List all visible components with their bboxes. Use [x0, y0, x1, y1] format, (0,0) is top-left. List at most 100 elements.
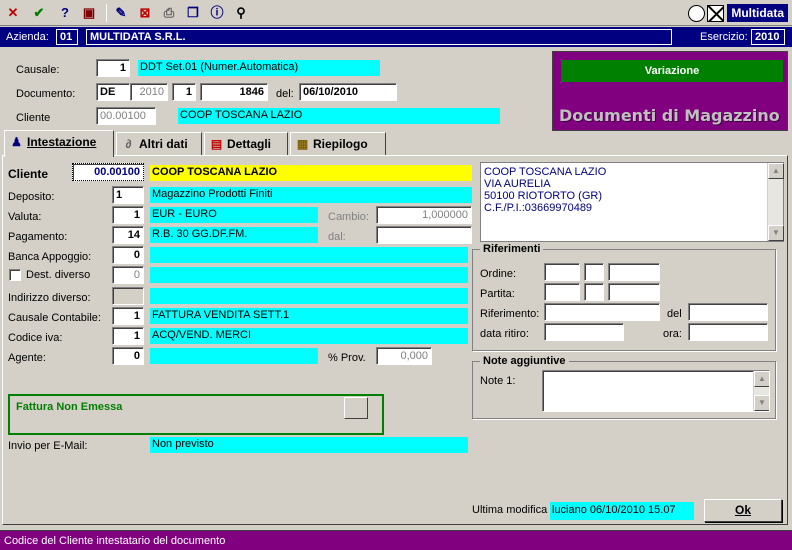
ok-button[interactable]: Ok [704, 499, 782, 522]
header-cliente-label: Cliente [16, 112, 51, 124]
ultima-modifica-label: Ultima modifica [472, 504, 548, 516]
address-line: C.F./P.I.:03669970489 [484, 202, 593, 214]
copy-icon[interactable]: ❐ [184, 4, 202, 22]
address-line: VIA AURELIA [484, 178, 551, 190]
valuta-description: EUR - EURO [150, 207, 318, 223]
note1-textarea[interactable]: ▲ ▼ [542, 370, 770, 412]
note-scroll-up-icon[interactable]: ▲ [754, 371, 769, 387]
banca-code-input[interactable]: 0 [112, 246, 144, 264]
fattura-button[interactable] [344, 397, 368, 419]
azienda-bar: Azienda: 01 MULTIDATA S.R.L. Esercizio: … [0, 27, 792, 47]
scroll-down-icon[interactable]: ▼ [768, 225, 784, 241]
causale-contabile-input[interactable]: 1 [112, 307, 144, 325]
prov-input[interactable]: 0,000 [376, 347, 432, 365]
indirizzo-code-input[interactable] [112, 287, 144, 305]
scroll-up-icon[interactable]: ▲ [768, 163, 784, 179]
cambio-input[interactable]: 1,000000 [376, 206, 472, 224]
ordine-type-input[interactable] [544, 263, 580, 281]
dal-label: dal: [328, 231, 346, 243]
delete-icon[interactable]: ⊠ [136, 4, 154, 22]
note-scrollbar[interactable]: ▲ ▼ [753, 371, 769, 411]
ordine-series-input[interactable] [584, 263, 604, 281]
riferimento-input[interactable] [544, 303, 660, 321]
book-icon[interactable]: ▣ [80, 4, 98, 22]
causale-description: DDT Set.01 (Numer.Automatica) [138, 60, 380, 76]
ordine-number-input[interactable] [608, 263, 660, 281]
cambio-label: Cambio: [328, 211, 369, 223]
person-icon: ♟ [11, 135, 22, 149]
causale-contabile-label: Causale Contabile: [8, 312, 101, 324]
banca-label: Banca Appoggio: [8, 251, 92, 263]
riferimento-date-input[interactable] [688, 303, 768, 321]
riferimento-del-label: del [667, 308, 682, 320]
dal-input[interactable] [376, 226, 472, 244]
tab-riepilogo[interactable]: ▦ Riepilogo [290, 132, 386, 156]
deposito-description: Magazzino Prodotti Finiti [150, 187, 472, 203]
header-cliente-code[interactable]: 00.00100 [96, 107, 156, 125]
causale-label: Causale: [16, 64, 60, 76]
doc-number-input[interactable]: 1846 [200, 83, 268, 101]
close-icon[interactable]: ✕ [4, 4, 22, 22]
doc-year-input[interactable]: 2010 [130, 83, 168, 101]
valuta-code-input[interactable]: 1 [112, 206, 144, 224]
causale-code-input[interactable]: 1 [96, 59, 130, 77]
search-icon[interactable]: ⚲ [232, 4, 250, 22]
list-icon: ▤ [210, 137, 223, 151]
email-value: Non previsto [150, 437, 468, 453]
prov-label: % Prov. [328, 352, 366, 364]
panel-title: Documenti di Magazzino [559, 106, 780, 125]
brand-logo: Multidata [688, 3, 788, 23]
azienda-name: MULTIDATA S.R.L. [86, 29, 672, 45]
print-icon[interactable]: ⎙ [160, 4, 178, 22]
help-icon[interactable]: ? [56, 4, 74, 22]
azienda-label: Azienda: [6, 31, 49, 43]
doc-type-input[interactable]: DE [96, 83, 130, 101]
tab-altri-dati[interactable]: ∂ Altri dati [116, 132, 202, 156]
note-title: Note aggiuntive [480, 355, 569, 367]
doc-date-input[interactable]: 06/10/2010 [299, 83, 397, 101]
esercizio-label: Esercizio: [700, 31, 748, 43]
codice-iva-label: Codice iva: [8, 332, 63, 344]
cliente-code-input[interactable]: 00.00100 [72, 163, 144, 181]
indirizzo-label: Indirizzo diverso: [8, 292, 91, 304]
agente-code-input[interactable]: 0 [112, 347, 144, 365]
banca-description [150, 247, 468, 263]
riferimento-label: Riferimento: [480, 308, 540, 320]
logo-circle-icon [688, 4, 706, 22]
documento-label: Documento: [16, 88, 76, 100]
esercizio-value: 2010 [751, 29, 785, 45]
note-scroll-down-icon[interactable]: ▼ [754, 395, 769, 411]
pagamento-label: Pagamento: [8, 231, 68, 243]
partita-label: Partita: [480, 288, 515, 300]
tab-intestazione[interactable]: ♟ Intestazione [4, 130, 114, 157]
pagamento-code-input[interactable]: 14 [112, 226, 144, 244]
data-ritiro-label: data ritiro: [480, 328, 529, 340]
deposito-code-input[interactable]: 1 [112, 186, 144, 204]
dest-diverso-checkbox[interactable] [9, 269, 21, 281]
dest-description [150, 267, 468, 283]
edit-icon[interactable]: ✎ [112, 4, 130, 22]
partita-type-input[interactable] [544, 283, 580, 301]
codice-iva-input[interactable]: 1 [112, 327, 144, 345]
fattura-status-label: Fattura Non Emessa [16, 401, 123, 413]
dest-code-input[interactable]: 0 [112, 266, 144, 284]
partita-series-input[interactable] [584, 283, 604, 301]
note1-label: Note 1: [480, 375, 516, 387]
data-ritiro-input[interactable] [544, 323, 624, 341]
partita-number-input[interactable] [608, 283, 660, 301]
doc-series-input[interactable]: 1 [172, 83, 196, 101]
ora-input[interactable] [688, 323, 768, 341]
address-scrollbar[interactable]: ▲ ▼ [767, 163, 784, 241]
email-label: Invio per E-Mail: [8, 440, 88, 452]
brand-name: Multidata [727, 4, 788, 22]
address-line: 50100 RIOTORTO (GR) [484, 190, 602, 202]
tab-dettagli[interactable]: ▤ Dettagli [204, 132, 288, 156]
info-icon[interactable]: ⓘ [208, 4, 226, 22]
logo-x-icon [707, 4, 725, 22]
tab-riepilogo-label: Riepilogo [313, 137, 368, 151]
deposito-label: Deposito: [8, 191, 55, 203]
causale-contabile-description: FATTURA VENDITA SETT.1 [150, 308, 468, 324]
ordine-label: Ordine: [480, 268, 517, 280]
check-icon[interactable]: ✔ [30, 4, 48, 22]
address-box[interactable]: COOP TOSCANA LAZIO VIA AURELIA 50100 RIO… [480, 162, 784, 242]
